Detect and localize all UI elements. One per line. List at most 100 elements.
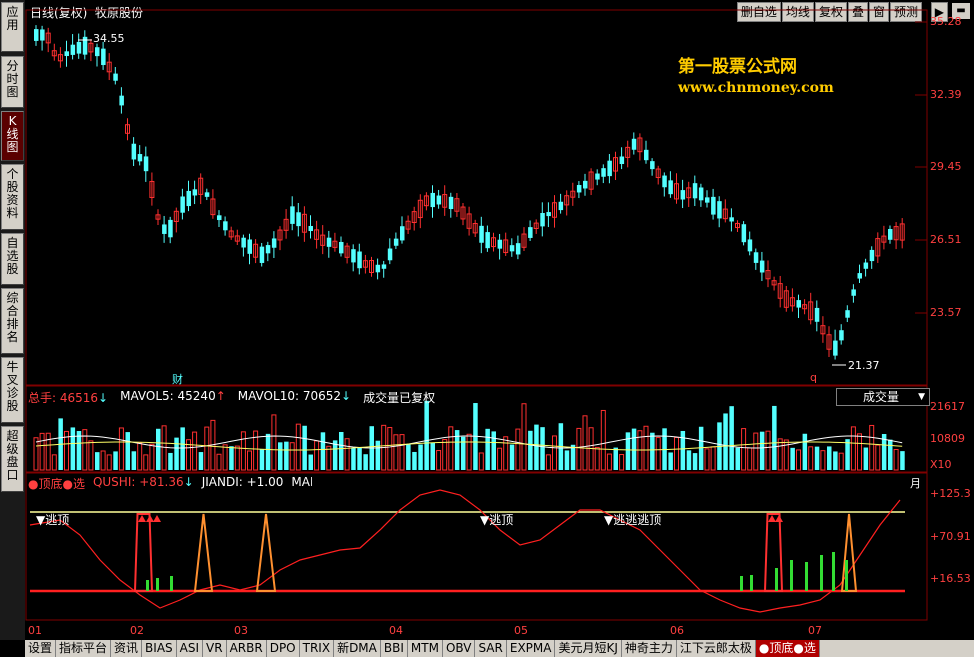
volume-bar — [412, 451, 417, 470]
volume-bar — [424, 400, 429, 470]
volume-bar — [893, 449, 899, 471]
candle-body — [583, 180, 588, 189]
volume-bar — [137, 442, 143, 471]
indicator-panel-frame — [25, 472, 928, 621]
candle-body — [729, 217, 734, 222]
escape-top-label: ▼逃逃逃顶 — [604, 513, 662, 527]
escape-top-label: ▼逃顶 — [36, 513, 70, 527]
candle-body — [271, 238, 277, 248]
tab-top-bottom-select[interactable]: ●顶底●选 — [755, 640, 820, 657]
indicator-select[interactable]: 成交量 ▼ — [836, 388, 930, 406]
volume-bar — [570, 444, 576, 470]
peak-arrow — [138, 515, 146, 522]
q-tag[interactable]: q — [810, 371, 817, 384]
date-tick: 03 — [234, 624, 248, 637]
volume-bar — [534, 424, 539, 470]
volume-bar — [45, 432, 51, 471]
tab-new-dma[interactable]: 新DMA — [334, 640, 381, 657]
mavol5: MAVOL5: 45240↑ — [120, 389, 226, 403]
low-price-label: 21.37 — [848, 359, 880, 372]
volume-bar — [723, 413, 728, 470]
volume-bar — [515, 428, 521, 471]
candle-body — [631, 138, 637, 150]
volume-bar — [741, 428, 747, 471]
kline-chart — [25, 9, 928, 621]
candle-body — [528, 227, 533, 238]
price-tick: 32.39 — [930, 88, 962, 101]
tab-custom-1[interactable]: 美元月短KJ — [555, 640, 622, 657]
volume-bar — [540, 427, 545, 470]
candle-body — [546, 212, 551, 217]
tab-sar[interactable]: SAR — [475, 640, 507, 657]
volume-bar — [118, 427, 124, 471]
tab-settings[interactable]: 设置 — [25, 640, 57, 657]
tab-trix[interactable]: TRIX — [300, 640, 335, 657]
volume-total: 总手: 46516↓ — [28, 391, 109, 405]
tab-news[interactable]: 资讯 — [111, 640, 143, 657]
volume-bar — [76, 431, 82, 470]
volume-bar — [631, 428, 637, 470]
tab-vr[interactable]: VR — [203, 640, 227, 657]
candle-body — [119, 95, 124, 106]
candle-body — [814, 307, 820, 322]
indicator-tick: +125.3 — [930, 487, 971, 500]
candle-body — [113, 73, 118, 81]
volume-bar — [528, 430, 533, 470]
candle-body — [717, 201, 722, 219]
candle-body — [375, 264, 381, 273]
tab-mtm[interactable]: MTM — [408, 640, 443, 657]
volume-bar — [863, 447, 869, 470]
signal-triangle-orange — [193, 513, 214, 592]
volume-bar — [442, 438, 448, 471]
mairu-bar — [805, 562, 808, 591]
chart-grid — [25, 9, 928, 621]
mavol10: MAVOL10: 70652↓ — [237, 389, 352, 403]
candle-body — [326, 237, 332, 247]
volume-bar — [710, 446, 716, 471]
financial-tag[interactable]: 财 — [172, 371, 183, 387]
volume-bar — [820, 450, 826, 471]
tab-expma[interactable]: EXPMA — [507, 640, 556, 657]
tab-dpo[interactable]: DPO — [267, 640, 300, 657]
volume-bar — [174, 437, 179, 470]
tab-custom-2[interactable]: 神奇主力 — [622, 640, 677, 657]
volume-bar — [576, 427, 582, 471]
candle-body — [668, 180, 673, 195]
volume-bar — [308, 454, 313, 470]
tab-arbr[interactable]: ARBR — [227, 640, 267, 657]
tab-custom-3[interactable]: 江下云郎太极 — [677, 640, 756, 657]
candle-body — [888, 229, 893, 240]
volume-bar — [869, 424, 875, 471]
candle-body — [576, 185, 582, 193]
candle-body — [595, 173, 600, 180]
volume-bar — [582, 415, 588, 471]
candle-body — [607, 160, 612, 177]
candle-body — [95, 47, 100, 57]
indicator-tick: +70.91 — [930, 530, 971, 543]
period-label: 月 — [910, 477, 921, 490]
volume-bar — [387, 427, 393, 471]
tab-bias[interactable]: BIAS — [142, 640, 177, 657]
peak-arrow — [153, 515, 161, 522]
jiandi-value: JIANDI: +1.00 — [201, 475, 284, 489]
indicator-name: ●顶底●选 — [28, 477, 85, 491]
volume-bar — [344, 438, 350, 471]
volume-bar — [900, 451, 905, 470]
peak-arrow — [768, 515, 776, 522]
volume-bar — [814, 446, 820, 470]
tab-bbi[interactable]: BBI — [381, 640, 408, 657]
volume-bar — [650, 432, 655, 470]
tab-indicator-platform[interactable]: 指标平台 — [56, 640, 112, 657]
indicator-legend: ●顶底●选 QUSHI: +81.36↓ JIANDI: +1.00 MAIRU… — [28, 475, 312, 492]
volume-bar — [564, 450, 570, 470]
volume-bar — [247, 450, 252, 471]
candle-body — [70, 44, 76, 55]
candle-body — [308, 225, 313, 232]
indicator-tab-bar: 设置 指标平台 资讯 BIAS ASI VR ARBR DPO TRIX 新DM… — [25, 640, 974, 657]
tab-asi[interactable]: ASI — [177, 640, 204, 657]
candle-body — [662, 175, 667, 188]
candle-body — [705, 197, 710, 203]
tab-obv[interactable]: OBV — [443, 640, 476, 657]
candle-body — [497, 239, 503, 249]
candle-body — [137, 154, 143, 162]
